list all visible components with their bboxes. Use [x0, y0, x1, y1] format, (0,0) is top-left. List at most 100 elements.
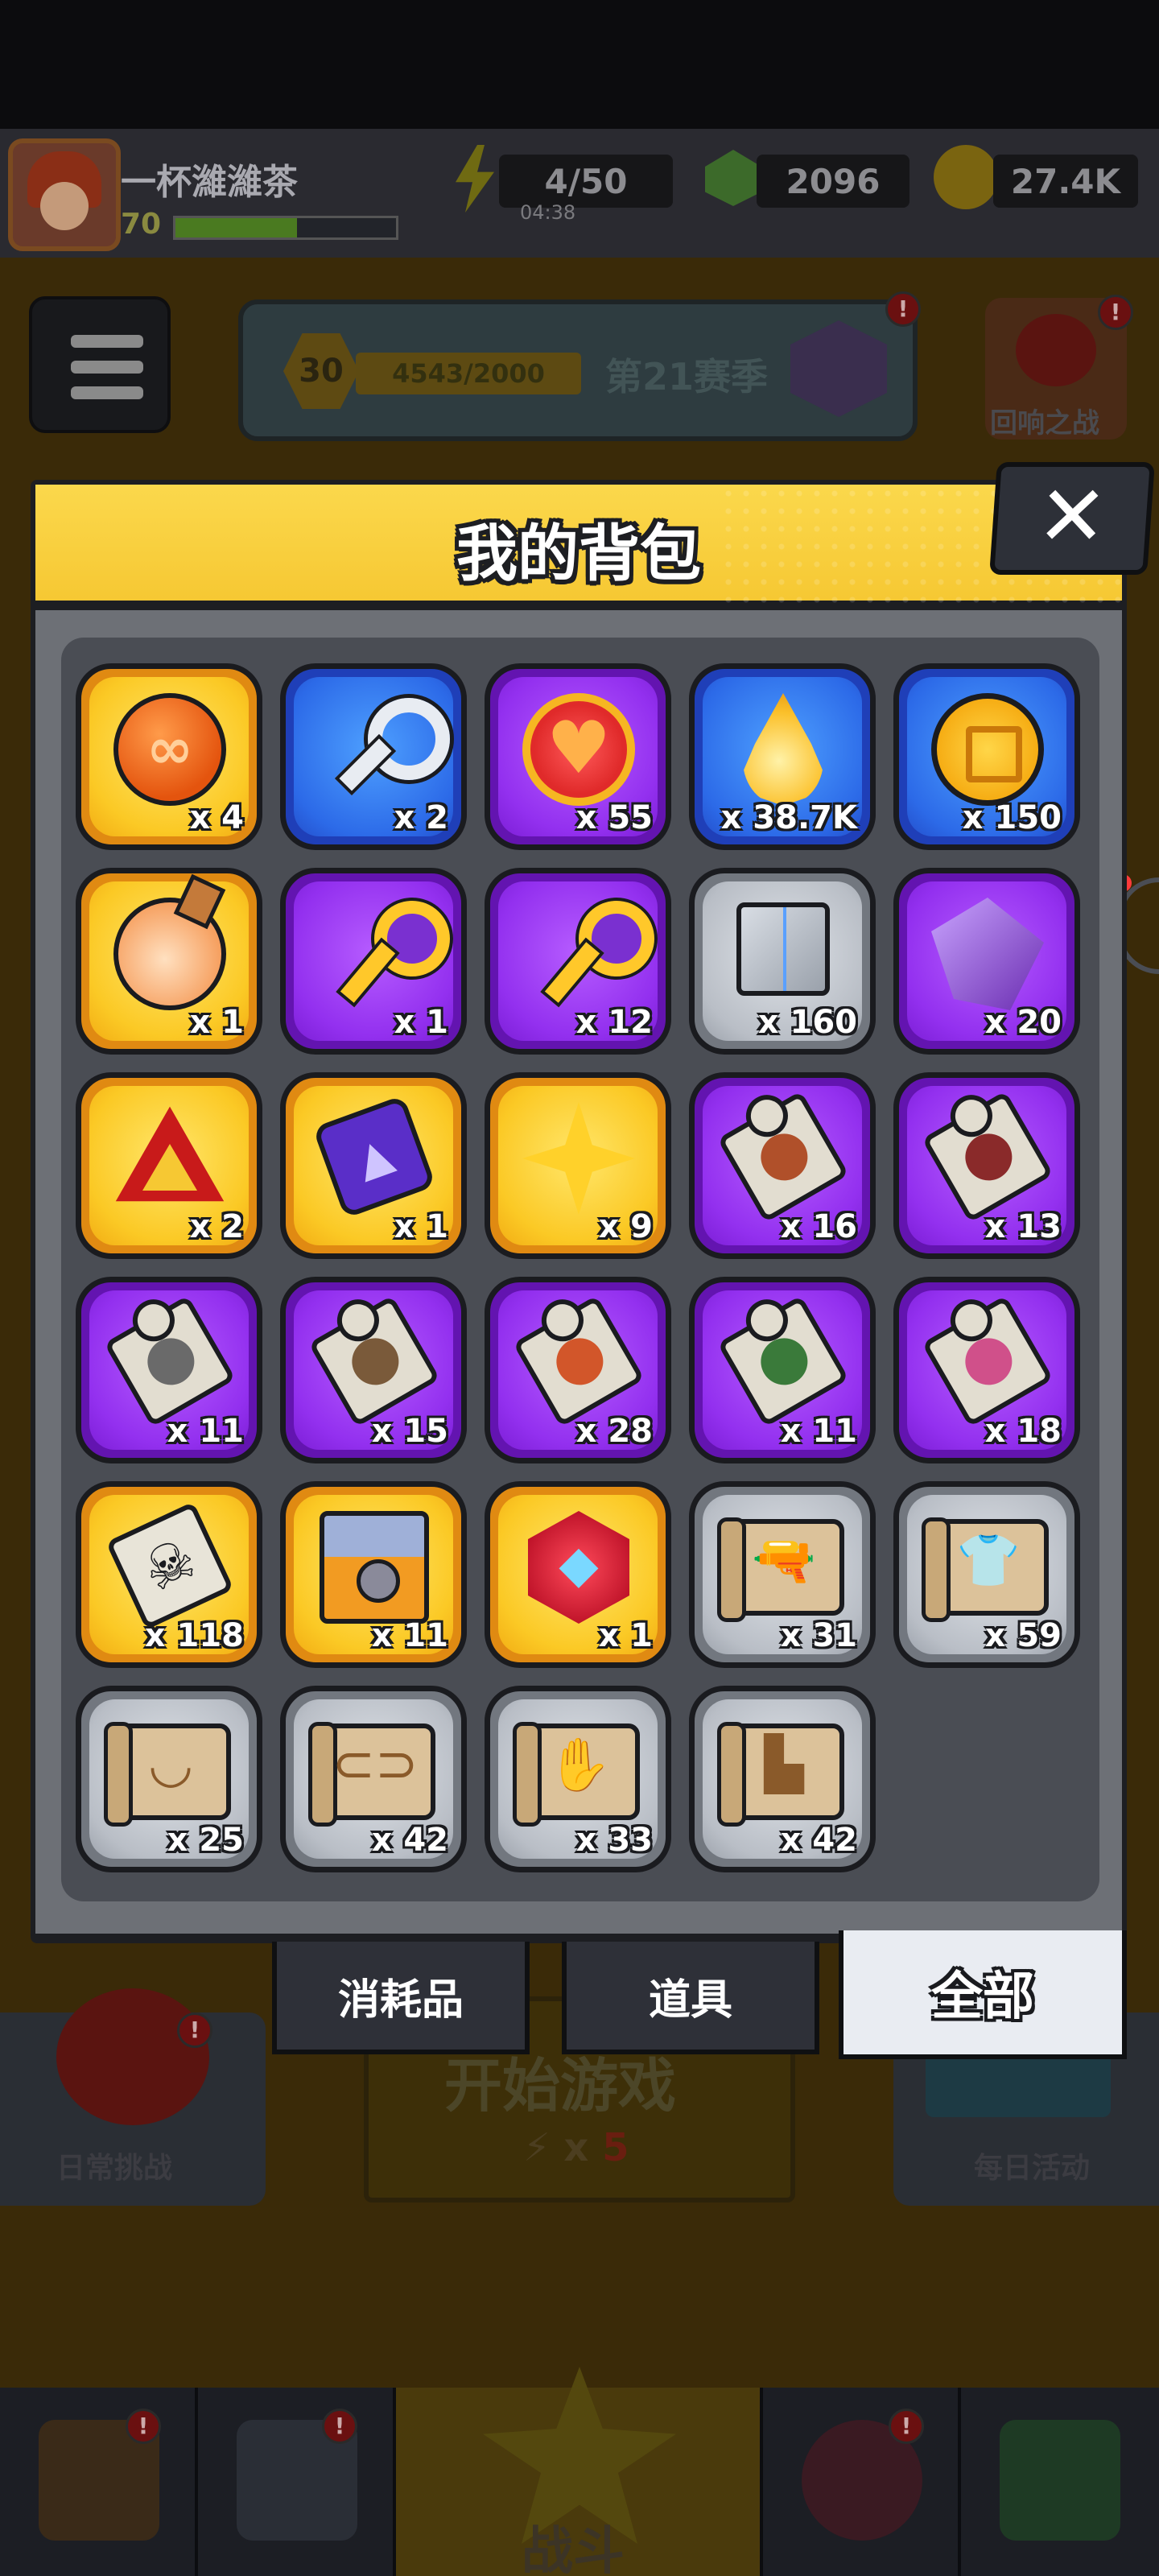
red-triangle-item[interactable]: x 2: [76, 1072, 262, 1259]
item-quantity: x 1: [394, 1208, 448, 1245]
item-quantity: x 1: [598, 1617, 653, 1654]
boot-blueprint-item[interactable]: x 42: [689, 1686, 876, 1872]
item-quantity: x 150: [962, 799, 1062, 836]
tab-label: 消耗品: [337, 1975, 464, 2025]
weapon-blueprint-item[interactable]: x 31: [689, 1481, 876, 1668]
puzzle-item-5[interactable]: x 28: [485, 1277, 671, 1463]
potion-item[interactable]: x 1: [76, 868, 262, 1055]
weapon-blueprint-icon: [717, 1517, 844, 1622]
gold-coin-item[interactable]: x 150: [893, 663, 1080, 850]
heart-medal-item[interactable]: x 55: [485, 663, 671, 850]
gem-key-item[interactable]: x 1: [280, 868, 467, 1055]
cost-prefix: x: [563, 2125, 589, 2170]
item-quantity: x 9: [598, 1208, 653, 1245]
item-quantity: x 31: [780, 1617, 857, 1654]
nav-battle-label: 战斗: [522, 2522, 625, 2576]
puzzle-item-4[interactable]: x 15: [280, 1277, 467, 1463]
coin-counter: 27.4K: [993, 155, 1138, 208]
alert-badge-icon: [177, 2013, 212, 2048]
glove-blueprint-item[interactable]: x 33: [485, 1686, 671, 1872]
season-emblem-icon: [790, 320, 887, 417]
item-quantity: x 4: [189, 799, 244, 836]
alert-badge-icon: [889, 2409, 924, 2444]
silver-key-icon: [318, 693, 450, 806]
player-name: 一杯濰濰茶: [121, 162, 298, 203]
puzzle-item-2[interactable]: x 13: [893, 1072, 1080, 1259]
puzzle-item-6[interactable]: x 11: [689, 1277, 876, 1463]
season-banner[interactable]: 30 4543/2000 第21赛季: [238, 299, 918, 441]
daily-activity-label: 每日活动: [974, 2152, 1091, 2185]
gold-coin-icon: [931, 693, 1044, 806]
xp-bar: [173, 216, 398, 240]
item-quantity: x 42: [371, 1822, 448, 1859]
nav-tab-equipment[interactable]: [198, 2388, 396, 2576]
season-label: 第21赛季: [605, 355, 769, 398]
xp-bar-fill: [175, 218, 297, 237]
crystal-item[interactable]: x 20: [893, 868, 1080, 1055]
nav-tab-shop[interactable]: [0, 2388, 198, 2576]
close-icon: ✕: [1033, 467, 1112, 565]
nav-tab-evolution[interactable]: [961, 2388, 1159, 2576]
coin-icon[interactable]: [934, 145, 998, 209]
tab-label: 道具: [648, 1975, 732, 2025]
gem-icon[interactable]: [700, 145, 765, 209]
item-quantity: x 118: [144, 1617, 244, 1654]
puzzle-item-1[interactable]: x 16: [689, 1072, 876, 1259]
potion-icon: [113, 898, 226, 1010]
tab-props[interactable]: 道具: [562, 1942, 819, 2054]
cost-value: 5: [602, 2125, 629, 2170]
item-quantity: x 38.7K: [720, 799, 857, 836]
belt-blueprint-item[interactable]: x 42: [280, 1686, 467, 1872]
item-quantity: x 18: [984, 1413, 1062, 1450]
item-quantity: x 20: [984, 1004, 1062, 1041]
item-quantity: x 15: [371, 1413, 448, 1450]
close-button[interactable]: ✕: [989, 462, 1155, 575]
item-grid: x 4 x 2 x 55 x 38.7K x 150 x 1 x 1 x 12 x 160 x 2…: [76, 663, 1114, 1887]
alert-badge-icon: [126, 2409, 161, 2444]
puzzle-item-7[interactable]: x 18: [893, 1277, 1080, 1463]
menu-button[interactable]: [29, 296, 171, 433]
orb-icon: [113, 693, 226, 806]
necklace-blueprint-item[interactable]: x 25: [76, 1686, 262, 1872]
inventory-modal: 我的背包 ✕ x 4x 2x 55x 38.7Kx 150x 1x 1x 12x…: [31, 462, 1155, 2059]
alert-badge-icon: [322, 2409, 357, 2444]
item-quantity: x 11: [371, 1617, 448, 1654]
tab-all[interactable]: 全部: [839, 1930, 1127, 2059]
menu-line: [71, 335, 143, 348]
chip-item[interactable]: x 1: [280, 1072, 467, 1259]
nav-tab-talent[interactable]: [763, 2388, 961, 2576]
item-quantity: x 55: [575, 799, 653, 836]
d20-item[interactable]: x 1: [485, 1481, 671, 1668]
status-area: [0, 0, 1159, 129]
glove-blueprint-icon: [513, 1722, 640, 1827]
alert-badge-icon: [885, 291, 921, 327]
start-game-cost: ⚡ x 5: [523, 2125, 629, 2170]
armor-blueprint-item[interactable]: x 59: [893, 1481, 1080, 1668]
player-avatar[interactable]: [8, 138, 121, 251]
metal-cube-item[interactable]: x 160: [689, 868, 876, 1055]
hex-key-item[interactable]: x 12: [485, 868, 671, 1055]
star-item[interactable]: x 9: [485, 1072, 671, 1259]
puzzle-item-3[interactable]: x 11: [76, 1277, 262, 1463]
chest-item[interactable]: x 11: [280, 1481, 467, 1668]
armor-blueprint-icon: [922, 1517, 1049, 1622]
item-quantity: x 2: [189, 1208, 244, 1245]
metal-cube-icon: [736, 902, 830, 996]
item-quantity: x 42: [780, 1822, 857, 1859]
orb-item[interactable]: x 4: [76, 663, 262, 850]
silver-key-item[interactable]: x 2: [280, 663, 467, 850]
skull-puzzle-item[interactable]: x 118: [76, 1481, 262, 1668]
energy-cost-icon: ⚡: [523, 2125, 551, 2170]
item-quantity: x 1: [189, 1004, 244, 1041]
boot-blueprint-icon: [717, 1722, 844, 1827]
gold-drop-item[interactable]: x 38.7K: [689, 663, 876, 850]
modal-title: 我的背包: [456, 518, 701, 589]
menu-line: [71, 386, 143, 399]
tab-consumables[interactable]: 消耗品: [272, 1942, 530, 2054]
item-quantity: x 16: [780, 1208, 857, 1245]
echo-battle-label: 回响之战: [990, 407, 1099, 440]
item-quantity: x 160: [757, 1004, 857, 1041]
belt-blueprint-icon: [308, 1722, 435, 1827]
item-quantity: x 13: [984, 1208, 1062, 1245]
energy-icon[interactable]: [443, 145, 507, 209]
